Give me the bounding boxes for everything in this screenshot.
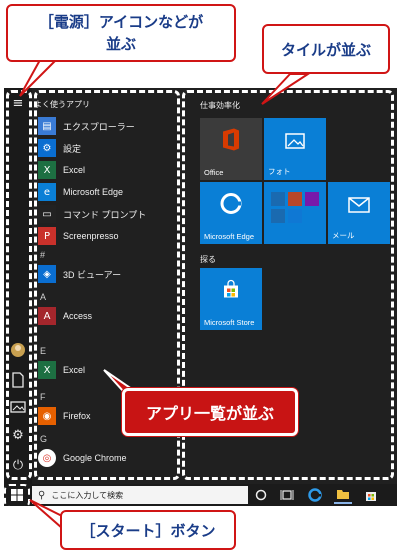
app-group-letter[interactable]: A [40, 292, 46, 302]
app-list-item-label: Excel [63, 165, 86, 175]
taskbar-file-explorer-icon[interactable] [334, 486, 352, 504]
excel-icon: X [38, 361, 56, 379]
app-group-letter[interactable]: E [40, 346, 46, 356]
chrome-icon: ◎ [38, 449, 56, 467]
app-list-item-label: Microsoft Edge [63, 187, 124, 197]
screenshot-frame: ≡ ⚙ ⏻ よく使うアプリ 仕事効率化 探る Office フォト Micros… [0, 0, 401, 560]
taskbar-edge-icon[interactable] [306, 486, 324, 504]
3d-viewer-icon: ◈ [38, 265, 56, 283]
access-icon: A [38, 307, 56, 325]
cortana-icon[interactable] [252, 486, 270, 504]
app-list-item-label: コマンド プロンプト [63, 209, 147, 220]
app-group-letter[interactable]: F [40, 392, 46, 402]
app-list-item[interactable]: ◈ 3D ビューアー [38, 264, 121, 284]
rail-highlight-frame [6, 90, 32, 480]
taskbar: ⚲ ここに入力して検索 [4, 484, 397, 506]
settings-gear-icon: ⚙ [38, 139, 56, 157]
app-list-item[interactable]: ▭ コマンド プロンプト [38, 204, 146, 224]
search-placeholder: ここに入力して検索 [51, 490, 124, 500]
app-list-item[interactable]: X Excel [38, 360, 85, 380]
edge-icon: e [38, 183, 56, 201]
callout-power-icons: ［電源］アイコンなどが 並ぶ [6, 4, 236, 62]
search-icon: ⚲ [38, 489, 46, 501]
screenpresso-icon: P [38, 227, 56, 245]
app-group-letter[interactable]: # [40, 250, 45, 260]
file-explorer-icon: ▤ [38, 117, 56, 135]
callout-tiles: タイルが並ぶ [262, 24, 390, 74]
app-list-item[interactable]: e Microsoft Edge [38, 182, 123, 202]
app-list-item[interactable]: ◉ Firefox [38, 406, 91, 426]
callout-app-list: アプリ一覧が並ぶ [122, 388, 298, 436]
app-group-letter[interactable]: G [40, 434, 47, 444]
app-list-item[interactable]: ▤ エクスプローラー [38, 116, 135, 136]
task-view-icon[interactable] [278, 486, 296, 504]
app-list-item-label: 設定 [63, 143, 82, 154]
app-list-item-label: Access [63, 311, 93, 321]
app-list-item-label: エクスプローラー [63, 121, 135, 132]
app-list-item[interactable]: A Access [38, 306, 92, 326]
app-list-item-label: Excel [63, 365, 86, 375]
taskbar-search-box[interactable]: ⚲ ここに入力して検索 [32, 486, 248, 504]
excel-icon: X [38, 161, 56, 179]
command-prompt-icon: ▭ [38, 205, 56, 223]
app-list-item[interactable]: ⚙ 設定 [38, 138, 81, 158]
app-list-item[interactable]: X Excel [38, 160, 85, 180]
firefox-icon: ◉ [38, 407, 56, 425]
app-list-item[interactable]: P Screenpresso [38, 226, 119, 246]
app-list-item-label: 3D ビューアー [63, 269, 122, 280]
taskbar-store-icon[interactable] [362, 486, 380, 504]
start-button-highlight-frame [4, 484, 30, 508]
callout-start-button: ［スタート］ボタン [60, 510, 236, 550]
app-list-item-label: Firefox [63, 411, 91, 421]
app-list-item-label: Screenpresso [63, 231, 119, 241]
app-list-item[interactable]: ◎ Google Chrome [38, 448, 127, 468]
app-list-item-label: Google Chrome [63, 453, 127, 463]
